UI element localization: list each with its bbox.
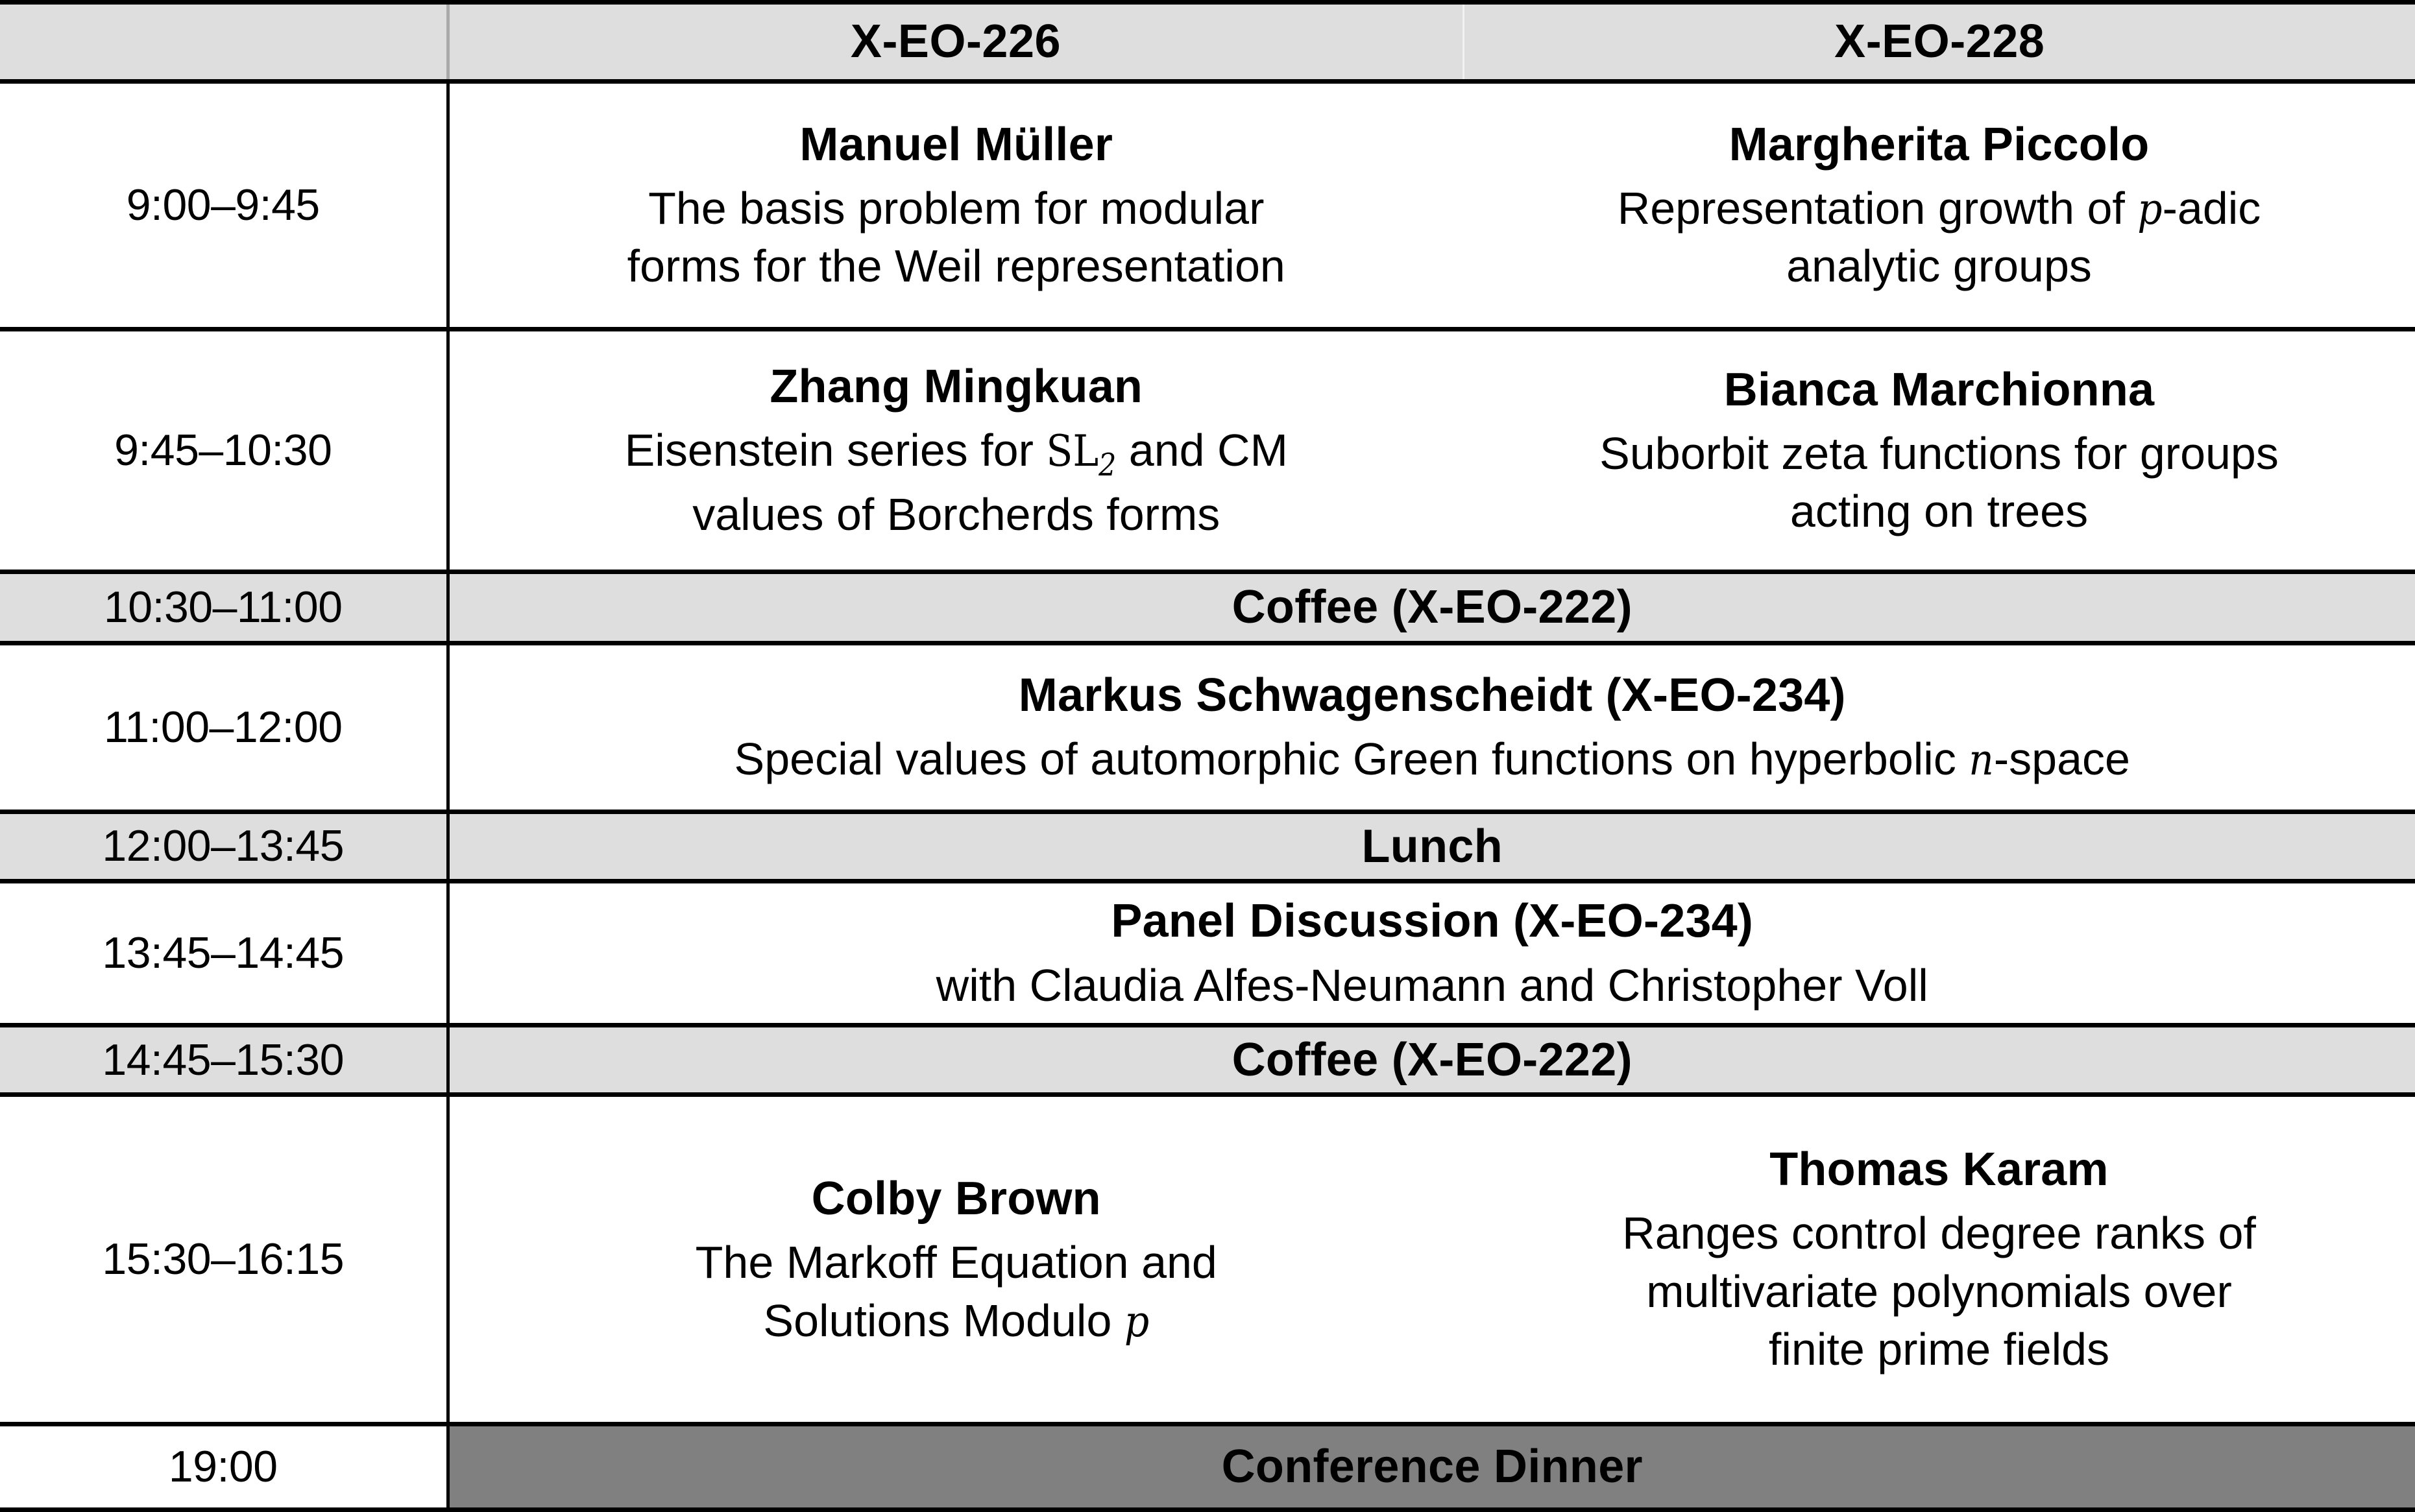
speaker-name: Margherita Piccolo	[1729, 118, 2150, 171]
dinner-label: Conference Dinner	[448, 1421, 2415, 1512]
header-room-226: X-EO-226	[448, 0, 1464, 84]
talk-title-line: Eisenstein series for SL2 and CM	[450, 422, 1464, 486]
header-room-228: X-EO-228	[1463, 0, 2415, 84]
talk-title-line: analytic groups	[1786, 241, 2092, 292]
math-subscript-2: 2	[1098, 448, 1117, 484]
table-row: 9:00–9:45 Manuel Müller The basis proble…	[0, 78, 2415, 331]
break-label-coffee-1: Coffee (X-EO-222)	[448, 570, 2415, 645]
talk-title-line: Representation growth of p-adic	[1463, 180, 2415, 238]
math-roman-sl: SL	[1046, 426, 1099, 477]
talk-title-line: Solutions Modulo p	[450, 1292, 1464, 1350]
table-row: 9:45–10:30 Zhang Mingkuan Eisenstein ser…	[0, 326, 2415, 575]
speaker-name: Bianca Marchionna	[1723, 363, 2155, 416]
table-header-row: X-EO-226 X-EO-228	[0, 0, 2415, 84]
talk-text-b: -space	[1993, 734, 2130, 785]
talk-text-a: Special values of automorphic Green func…	[734, 734, 1969, 785]
math-italic-p: p	[1124, 1295, 1150, 1347]
table-row-break: 12:00–13:45 Lunch	[0, 809, 2415, 883]
break-label-lunch: Lunch	[448, 809, 2415, 883]
time-slot-4: 12:00–13:45	[0, 809, 450, 883]
talk-title-line: acting on trees	[1790, 486, 2089, 537]
speaker-name: Colby Brown	[811, 1172, 1101, 1225]
talk-text-a: Eisenstein series for	[624, 425, 1047, 476]
session-cell-1-left: Zhang Mingkuan Eisenstein series for SL2…	[448, 326, 1464, 575]
table-row: 13:45–14:45 Panel Discussion (X-EO-234) …	[0, 878, 2415, 1027]
talk-title-line: The Markoff Equation and	[695, 1236, 1217, 1288]
math-italic-n: n	[1969, 734, 1994, 786]
talk-text-a: Solutions Modulo	[763, 1295, 1124, 1346]
talk-text-b: -adic	[2162, 182, 2261, 234]
time-slot-0: 9:00–9:45	[0, 78, 450, 331]
speaker-name: Thomas Karam	[1769, 1143, 2109, 1195]
time-slot-3: 11:00–12:00	[0, 640, 450, 814]
session-cell-0-right: Margherita Piccolo Representation growth…	[1463, 78, 2415, 331]
speaker-name: Zhang Mingkuan	[770, 361, 1143, 413]
session-cell-3-wide: Markus Schwagenscheidt (X-EO-234) Specia…	[448, 640, 2415, 814]
session-cell-1-right: Bianca Marchionna Suborbit zeta function…	[1463, 326, 2415, 575]
table-row-break: 14:45–15:30 Coffee (X-EO-222)	[0, 1022, 2415, 1098]
talk-title-line: Ranges control degree ranks of	[1622, 1208, 2256, 1259]
header-time-cell	[0, 0, 450, 84]
session-cell-7-left: Colby Brown The Markoff Equation and Sol…	[448, 1092, 1464, 1426]
talk-title-line: multivariate polynomials over	[1646, 1266, 2232, 1317]
talk-title-line: Suborbit zeta functions for groups	[1599, 427, 2279, 479]
session-cell-0-left: Manuel Müller The basis problem for modu…	[448, 78, 1463, 331]
panel-participants: with Claudia Alfes-Neumann and Christoph…	[936, 959, 1928, 1011]
time-slot-5: 13:45–14:45	[0, 878, 450, 1027]
talk-title-line: Special values of automorphic Green func…	[450, 730, 2415, 789]
panel-title: Panel Discussion (X-EO-234)	[1111, 895, 1754, 948]
time-slot-7: 15:30–16:15	[0, 1092, 450, 1426]
break-label-coffee-2: Coffee (X-EO-222)	[448, 1022, 2415, 1098]
table-row: 11:00–12:00 Markus Schwagenscheidt (X-EO…	[0, 640, 2415, 814]
time-slot-1: 9:45–10:30	[0, 326, 450, 575]
session-cell-5-wide: Panel Discussion (X-EO-234) with Claudia…	[448, 878, 2415, 1027]
table-row-dinner: 19:00 Conference Dinner	[0, 1421, 2415, 1512]
math-italic-p: p	[2137, 183, 2163, 234]
talk-text-a: Representation growth of	[1617, 182, 2138, 234]
time-slot-8: 19:00	[0, 1421, 450, 1512]
speaker-name: Manuel Müller	[799, 118, 1113, 171]
talk-text-b: and CM	[1116, 425, 1288, 476]
talk-title-line: forms for the Weil representation	[627, 241, 1285, 292]
table-row-break: 10:30–11:00 Coffee (X-EO-222)	[0, 570, 2415, 645]
talk-title-line: values of Borcherds forms	[692, 489, 1220, 540]
time-slot-2: 10:30–11:00	[0, 570, 450, 645]
talk-title-line: finite prime fields	[1768, 1324, 2110, 1375]
time-slot-6: 14:45–15:30	[0, 1022, 450, 1098]
talk-title-line: The basis problem for modular	[648, 182, 1265, 234]
speaker-name: Markus Schwagenscheidt (X-EO-234)	[1018, 669, 1846, 722]
conference-schedule-table: X-EO-226 X-EO-228 9:00–9:45 Manuel Mülle…	[0, 0, 2415, 1512]
table-row: 15:30–16:15 Colby Brown The Markoff Equa…	[0, 1092, 2415, 1426]
session-cell-7-right: Thomas Karam Ranges control degree ranks…	[1463, 1092, 2415, 1426]
